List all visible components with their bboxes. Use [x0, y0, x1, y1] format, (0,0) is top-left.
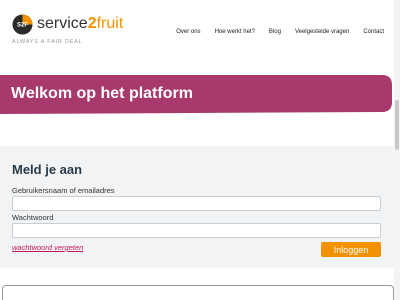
brand-name-part1: service: [37, 15, 88, 32]
username-input[interactable]: [12, 196, 381, 211]
username-label: Gebruikersnaam of emailadres: [12, 186, 115, 195]
brand-name-part2: 2: [87, 15, 97, 32]
logo-mark-text: S2F: [17, 23, 28, 29]
brand-tagline: ALWAYS A FAIR DEAL: [12, 39, 83, 45]
bottom-content-box: [2, 285, 394, 300]
scrollbar-thumb[interactable]: [395, 100, 399, 150]
nav-item-over-ons[interactable]: Over ons: [176, 29, 200, 35]
welcome-banner: Welkom op het platform: [0, 75, 394, 114]
page-scrollbar[interactable]: [394, 0, 400, 300]
main-nav: Over ons Hoe werkt het? Blog Veelgesteld…: [176, 29, 384, 35]
brand-name-part3: fruit: [96, 15, 124, 32]
login-panel: Meld je aan Gebruikersnaam of emailadres…: [0, 146, 394, 268]
page-title: Welkom op het platform: [11, 85, 193, 102]
nav-item-blog[interactable]: Blog: [269, 29, 281, 35]
logo-mark-icon: S2F: [12, 14, 33, 35]
password-input[interactable]: [12, 223, 381, 238]
nav-item-hoe-werkt-het[interactable]: Hoe werkt het?: [215, 29, 255, 35]
password-label: Wachtwoord: [12, 213, 54, 222]
login-button[interactable]: Inloggen: [321, 242, 381, 257]
login-title: Meld je aan: [12, 162, 83, 177]
nav-item-veelgestelde-vragen[interactable]: Veelgestelde vragen: [295, 29, 349, 35]
site-header: S2F service2fruit ALWAYS A FAIR DEAL Ove…: [0, 0, 400, 62]
forgot-password-link[interactable]: wachtwoord vergeten: [12, 243, 83, 252]
nav-item-contact[interactable]: Contact: [363, 29, 384, 35]
brand-name: service2fruit: [37, 15, 123, 33]
